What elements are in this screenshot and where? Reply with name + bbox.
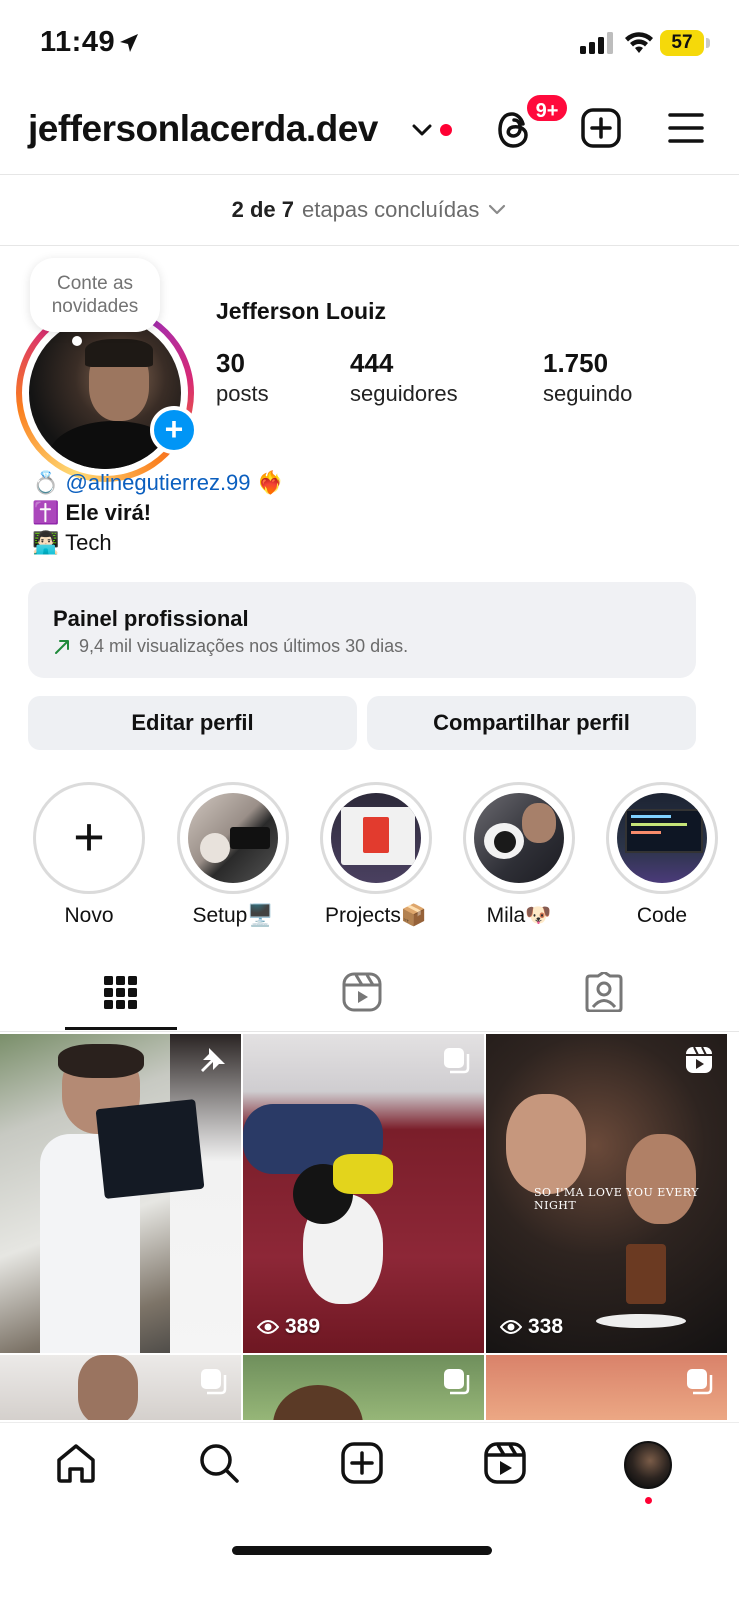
carousel-icon — [444, 1369, 470, 1395]
stat-value: 444 — [350, 348, 394, 378]
chevron-down-icon — [489, 204, 506, 215]
account-username[interactable]: jeffersonlacerda.dev — [28, 108, 378, 150]
highlight-label: Mila🐶 — [486, 904, 552, 927]
grid-post-1[interactable] — [0, 1034, 241, 1353]
profile-bio: 💍 @alinegutierrez.99 ❤️‍🔥 ✝️ Ele virá! 👨… — [32, 468, 284, 558]
view-count-value: 338 — [528, 1315, 564, 1338]
bottom-navigation — [0, 1422, 739, 1600]
plus-icon: + — [73, 807, 105, 867]
tab-tagged-icon[interactable] — [584, 972, 624, 1012]
setup-steps-bar[interactable]: 2 de 7 etapas concluídas — [0, 174, 739, 246]
technologist-emoji: 👨🏻‍💻 — [32, 530, 60, 555]
grid-post-4[interactable] — [0, 1355, 241, 1420]
share-profile-button[interactable]: Compartilhar perfil — [367, 696, 696, 750]
pro-panel-subtitle: 9,4 mil visualizações nos últimos 30 dia… — [53, 636, 408, 657]
create-post-icon[interactable] — [581, 108, 621, 148]
eye-icon — [257, 1320, 279, 1334]
status-bar: 11:49 57 — [0, 0, 739, 88]
note-bubble[interactable]: Conte as novidades — [30, 258, 160, 332]
highlight-setup[interactable]: Setup🖥️ — [177, 782, 289, 928]
view-count: 338 — [500, 1315, 563, 1339]
search-icon[interactable] — [197, 1441, 241, 1485]
stat-label: posts — [216, 381, 269, 406]
location-arrow-icon — [120, 34, 138, 52]
note-bubble-tail — [72, 336, 82, 346]
profile-header: jeffersonlacerda.dev 9+ — [0, 92, 739, 168]
carousel-icon — [201, 1369, 227, 1395]
stat-following[interactable]: 1.750 seguindo — [543, 348, 632, 407]
cross-emoji: ✝️ — [32, 500, 60, 525]
status-time: 11:49 — [40, 26, 116, 58]
trend-up-icon — [55, 639, 69, 654]
active-tab-indicator — [65, 1027, 177, 1030]
menu-icon[interactable] — [668, 112, 704, 144]
pin-icon — [201, 1048, 225, 1072]
steps-done: 2 de 7 — [231, 197, 295, 222]
highlight-cover — [617, 793, 707, 883]
tab-reels-icon[interactable] — [342, 972, 382, 1012]
highlight-label: Novo — [64, 904, 114, 927]
pro-panel-views: 9,4 mil visualizações nos últimos 30 dia… — [79, 636, 409, 656]
grid-post-3[interactable]: SO I'MA LOVE YOU EVERY NIGHT 338 — [486, 1034, 727, 1353]
grid-post-2[interactable]: 389 — [243, 1034, 484, 1353]
highlight-cover — [188, 793, 278, 883]
home-indicator — [232, 1546, 492, 1555]
pro-panel-title: Painel profissional — [53, 606, 249, 631]
stat-value: 30 — [216, 348, 245, 378]
grid-post-6[interactable] — [486, 1355, 727, 1420]
steps-label: etapas concluídas — [302, 197, 480, 222]
highlight-new[interactable]: + Novo — [33, 782, 145, 928]
carousel-icon — [444, 1048, 470, 1074]
reel-icon — [686, 1046, 712, 1073]
bio-text: Ele virá! — [65, 500, 152, 525]
home-icon[interactable] — [54, 1441, 98, 1485]
stat-label: seguidores — [350, 381, 458, 406]
reel-overlay-text: SO I'MA LOVE YOU EVERY NIGHT — [534, 1186, 699, 1212]
wifi-icon — [625, 32, 653, 53]
highlight-projects[interactable]: Projects📦 — [320, 782, 432, 928]
highlight-label: Setup🖥️ — [192, 904, 274, 927]
bio-text: Tech — [65, 530, 112, 555]
stat-label: seguindo — [543, 381, 633, 406]
stat-followers[interactable]: 444 seguidores — [350, 348, 458, 407]
account-notification-dot — [440, 124, 452, 136]
ring-emoji: 💍 — [32, 470, 60, 495]
professional-dashboard-panel[interactable]: Painel profissional 9,4 mil visualizaçõe… — [28, 582, 696, 678]
profile-avatar-nav[interactable] — [624, 1441, 672, 1489]
eye-icon — [500, 1320, 522, 1334]
carousel-icon — [687, 1369, 713, 1395]
bio-line: 💍 @alinegutierrez.99 ❤️‍🔥 — [32, 468, 284, 498]
battery-level: 57 — [671, 32, 693, 53]
bio-mention-link[interactable]: @alinegutierrez.99 — [66, 470, 251, 495]
stat-posts[interactable]: 30 posts — [216, 348, 269, 407]
battery-indicator: 57 — [660, 30, 710, 56]
chevron-down-icon[interactable] — [410, 120, 434, 140]
edit-profile-button[interactable]: Editar perfil — [28, 696, 357, 750]
grid-post-5[interactable] — [243, 1355, 484, 1420]
reels-icon[interactable] — [483, 1441, 527, 1485]
create-icon[interactable] — [340, 1441, 384, 1485]
highlight-label: Projects📦 — [324, 904, 427, 927]
view-count-value: 389 — [285, 1315, 321, 1338]
tab-posts-grid-icon[interactable] — [104, 972, 138, 1012]
profile-tabs — [0, 958, 739, 1032]
heart-emoji: ❤️‍🔥 — [256, 470, 285, 495]
highlight-code[interactable]: Code — [606, 782, 718, 928]
add-story-button[interactable]: + — [150, 406, 198, 454]
profile-notification-dot — [645, 1497, 652, 1504]
cellular-signal-icon — [580, 32, 613, 54]
highlight-mila[interactable]: Mila🐶 — [463, 782, 575, 928]
profile-full-name: Jefferson Louiz — [216, 298, 386, 324]
view-count: 389 — [257, 1315, 320, 1339]
posts-grid: 389 SO I'MA LOVE YOU EVERY NIGHT 338 — [0, 1034, 739, 1420]
highlight-cover — [331, 793, 421, 883]
highlight-cover — [474, 793, 564, 883]
threads-notification-badge: 9+ — [524, 92, 570, 124]
bio-line: ✝️ Ele virá! — [32, 498, 284, 528]
bio-line: 👨🏻‍💻 Tech — [32, 528, 284, 558]
highlight-label: Code — [636, 904, 688, 927]
stat-value: 1.750 — [543, 348, 609, 378]
